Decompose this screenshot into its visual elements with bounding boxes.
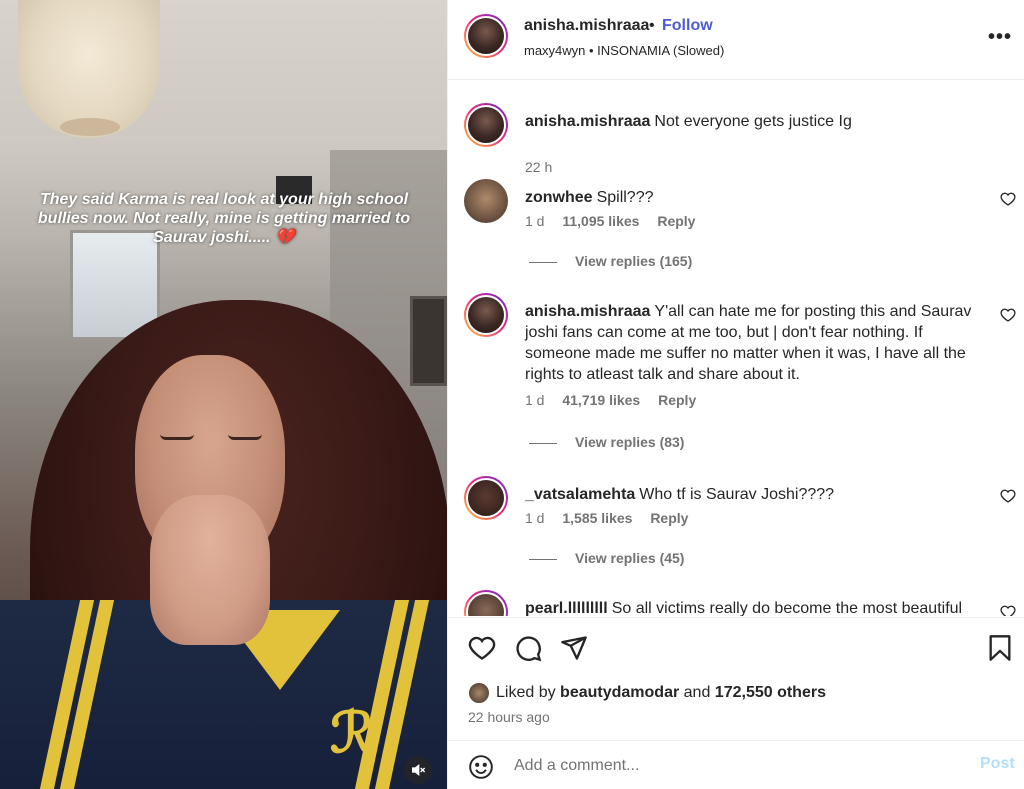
comment-body: Not everyone gets justice Ig [654, 113, 852, 130]
comment-username[interactable]: anisha.mishraaa [525, 113, 650, 130]
view-replies-button[interactable]: View replies (45) [529, 550, 684, 566]
share-icon[interactable] [560, 634, 588, 662]
person-eye-right [228, 434, 262, 440]
likes-summary: Liked by beautydamodar and 172,550 other… [496, 684, 826, 702]
post-actions: Liked by beautydamodar and 172,550 other… [448, 617, 1024, 789]
comment-text: pearl.lllllllll So all victims really do … [525, 598, 980, 616]
follow-button[interactable]: Follow [662, 17, 713, 35]
replies-divider [529, 558, 557, 560]
liked-others-link[interactable]: 172,550 others [715, 684, 826, 701]
comment-text: zonwhee Spill??? [525, 187, 980, 208]
comments-list[interactable]: anisha.mishraaa Not everyone gets justice… [448, 81, 1024, 616]
view-replies-label: View replies (165) [575, 253, 693, 269]
like-icon[interactable] [468, 634, 496, 662]
reply-button[interactable]: Reply [658, 392, 696, 408]
comment-meta: 22 h [525, 159, 566, 175]
comment-time[interactable]: 1 d [525, 510, 544, 526]
comment-likes[interactable]: 11,095 likes [562, 213, 639, 229]
more-options-button[interactable]: ••• [988, 26, 1012, 50]
bookmark-icon[interactable] [986, 634, 1014, 662]
liked-and: and [683, 684, 711, 701]
jacket-emblem: ℛ [330, 700, 375, 766]
background-microwave [410, 296, 447, 386]
post-header: anisha.mishraaa • Follow maxy4wyn • INSO… [448, 0, 1024, 80]
commenter-avatar[interactable] [464, 293, 508, 337]
view-replies-label: View replies (83) [575, 434, 685, 450]
liked-user-link[interactable]: beautydamodar [560, 684, 679, 701]
commenter-avatar[interactable] [464, 103, 508, 147]
view-replies-label: View replies (45) [575, 550, 685, 566]
comment-username[interactable]: zonwhee [525, 189, 593, 206]
view-replies-button[interactable]: View replies (83) [529, 434, 684, 450]
comment-text: _vatsalamehta Who tf is Saurav Joshi???? [525, 484, 980, 505]
liker-avatar[interactable] [468, 682, 490, 704]
comment-meta: 1 d 1,585 likes Reply [525, 510, 702, 526]
comment-likes[interactable]: 1,585 likes [562, 510, 632, 526]
like-comment-icon[interactable] [1000, 307, 1016, 323]
author-username[interactable]: anisha.mishraaa [524, 17, 649, 35]
commenter-avatar[interactable] [464, 179, 508, 223]
comment-text: anisha.mishraaa Y'all can hate me for pos… [525, 301, 980, 385]
mute-button[interactable] [404, 756, 432, 784]
replies-divider [529, 261, 557, 263]
commenter-avatar[interactable] [464, 476, 508, 520]
like-comment-icon[interactable] [1000, 191, 1016, 207]
comment-likes[interactable]: 41,719 likes [562, 392, 640, 408]
reply-button[interactable]: Reply [650, 510, 688, 526]
comment-time[interactable]: 1 d [525, 392, 544, 408]
replies-divider [529, 442, 557, 444]
post-media[interactable]: ℛ They said Karma is real look at your h… [0, 0, 447, 789]
lamp-base [60, 118, 120, 136]
view-replies-button[interactable]: View replies (165) [529, 253, 692, 269]
comment-username[interactable]: pearl.lllllllll [525, 600, 608, 616]
add-comment-bar: Post [448, 740, 1024, 789]
comment-username[interactable]: _vatsalamehta [525, 486, 635, 503]
add-comment-input[interactable] [514, 753, 954, 779]
post-comment-button[interactable]: Post [980, 755, 1015, 773]
video-caption-text: They said Karma is real look at your hig… [37, 191, 411, 246]
audio-attribution[interactable]: maxy4wyn • INSONAMIA (Slowed) [524, 43, 724, 58]
comment-body: So all victims really do become the most… [611, 600, 963, 616]
person-hand [150, 495, 270, 645]
comment-time[interactable]: 22 h [525, 159, 552, 175]
commenter-avatar[interactable] [464, 590, 508, 616]
comment-icon[interactable] [514, 634, 542, 662]
like-comment-icon[interactable] [1000, 604, 1016, 616]
post-detail-panel: anisha.mishraaa • Follow maxy4wyn • INSO… [447, 0, 1024, 789]
comment-text: anisha.mishraaa Not everyone gets justice… [525, 111, 980, 132]
author-avatar[interactable] [464, 14, 508, 58]
speaker-muted-icon [412, 763, 426, 777]
comment-username[interactable]: anisha.mishraaa [525, 303, 650, 320]
post-time[interactable]: 22 hours ago [468, 709, 550, 725]
comment-body: Spill??? [596, 189, 654, 206]
separator-dot: • [649, 17, 655, 34]
comment-time[interactable]: 1 d [525, 213, 544, 229]
liked-prefix: Liked by [496, 684, 556, 701]
reply-button[interactable]: Reply [657, 213, 695, 229]
comment-meta: 1 d 11,095 likes Reply [525, 213, 709, 229]
comment-body: Who tf is Saurav Joshi???? [639, 486, 835, 503]
emoji-icon[interactable] [468, 754, 494, 780]
like-comment-icon[interactable] [1000, 488, 1016, 504]
person-eye-left [160, 434, 194, 440]
comment-meta: 1 d 41,719 likes Reply [525, 392, 710, 408]
ellipsis-icon: ••• [988, 26, 1013, 48]
